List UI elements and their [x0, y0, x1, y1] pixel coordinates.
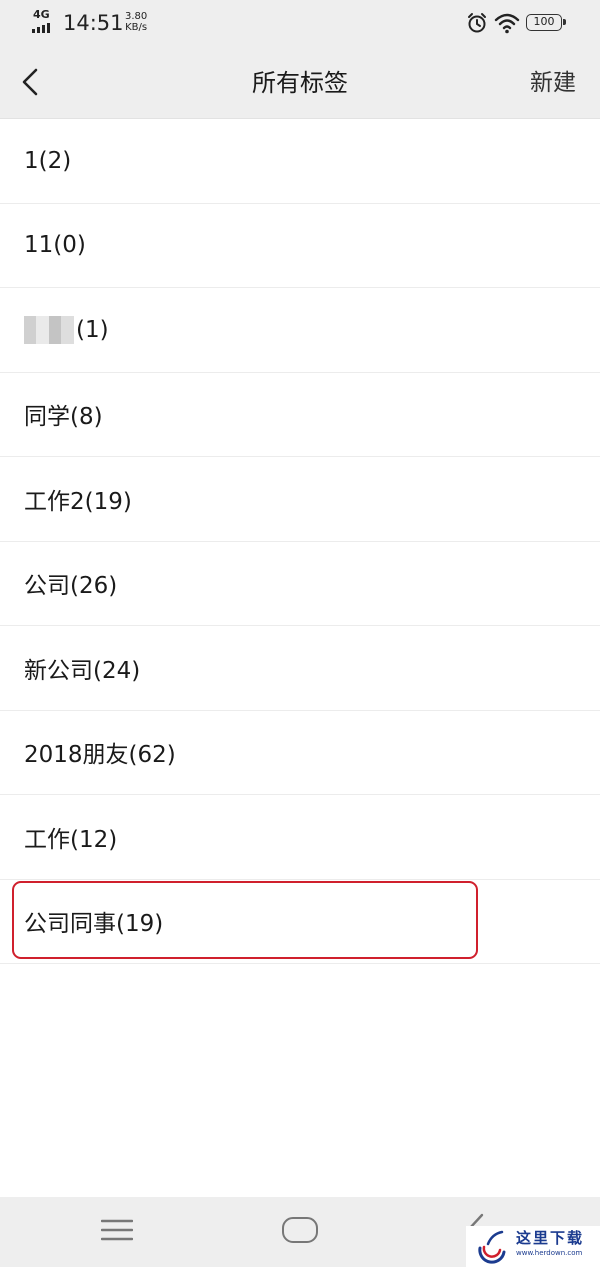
tag-item-work[interactable]: 工作(12) [0, 795, 600, 880]
tag-item-11[interactable]: 11(0) [0, 204, 600, 288]
tag-label: 工作(12) [24, 826, 118, 853]
watermark-logo-icon [478, 1230, 506, 1264]
battery-icon: 100 [526, 14, 566, 31]
watermark: 这里下载 www.herdown.com [466, 1226, 600, 1267]
alarm-icon [468, 13, 486, 33]
tag-list: 1(2) 11(0) (1) 同学(8) 工作2(19) 公司(26) 新公司(… [0, 119, 600, 964]
network-speed: 3.80 KB/s [125, 11, 147, 33]
tag-item-2018-friends[interactable]: 2018朋友(62) [0, 711, 600, 795]
speed-unit: KB/s [125, 22, 148, 33]
tag-label: 11(0) [24, 232, 86, 259]
tag-item-company[interactable]: 公司(26) [0, 542, 600, 626]
speed-value: 3.80 [125, 11, 148, 22]
tag-label: 2018朋友(62) [24, 742, 176, 769]
signal-icon: 4G [32, 8, 58, 36]
tag-label: 公司同事(19) [24, 911, 164, 938]
status-bar: 4G 14:51 3.80 KB/s 100 [0, 0, 600, 48]
network-type: 4G [33, 8, 50, 21]
tag-label: 工作2(19) [24, 488, 132, 515]
status-time: 14:51 [63, 11, 124, 35]
tag-label: 同学(8) [24, 404, 103, 431]
tag-item-classmates[interactable]: 同学(8) [0, 373, 600, 457]
watermark-url: www.herdown.com [516, 1249, 583, 1257]
tag-item-new-company[interactable]: 新公司(24) [0, 626, 600, 711]
tag-label: (1) [76, 316, 109, 343]
tag-label: 新公司(24) [24, 657, 141, 684]
new-tag-button[interactable]: 新建 [530, 67, 576, 99]
tag-item-colleagues[interactable]: 公司同事(19) [0, 880, 600, 964]
redacted-name-blur [24, 315, 74, 344]
tag-label: 1(2) [24, 147, 72, 174]
tag-item-redacted[interactable]: (1) [0, 288, 600, 373]
menu-icon[interactable] [101, 1218, 133, 1242]
page-title: 所有标签 [252, 69, 348, 97]
tag-item-1[interactable]: 1(2) [0, 119, 600, 204]
wifi-icon [494, 13, 520, 34]
nav-bar: 所有标签 新建 [0, 48, 600, 119]
home-button-icon[interactable] [282, 1217, 318, 1243]
watermark-text: 这里下载 [516, 1229, 585, 1247]
tag-item-work2[interactable]: 工作2(19) [0, 457, 600, 542]
tag-label: 公司(26) [24, 573, 118, 600]
